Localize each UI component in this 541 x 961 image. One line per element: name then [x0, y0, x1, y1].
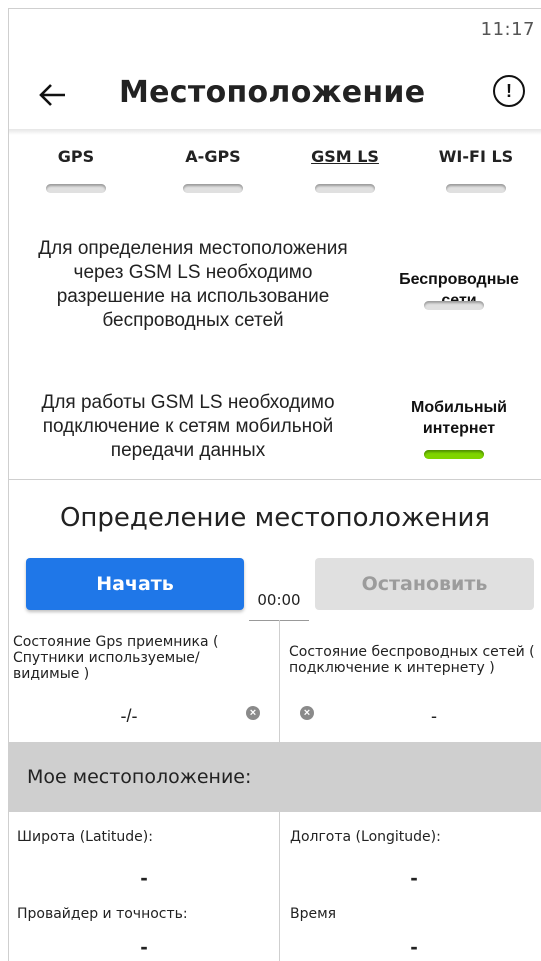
app-bar: Местоположение ! — [9, 61, 541, 131]
stop-button[interactable]: Остановить — [315, 558, 534, 610]
column-divider — [279, 812, 280, 961]
gps-state-label: Состояние Gps приемника ( Спутники испол… — [13, 634, 219, 682]
provider-value: - — [140, 934, 148, 959]
time-label: Время — [290, 906, 337, 922]
start-button[interactable]: Начать — [26, 558, 244, 610]
tab-toggle[interactable] — [446, 184, 506, 193]
mode-tabs: GPS A-GPS GSM LS WI-FI LS — [9, 147, 541, 207]
wireless-description: Для определения местоположения через GSM… — [38, 238, 348, 331]
appbar-shadow — [9, 129, 541, 135]
tab-gsm-ls[interactable]: GSM LS — [290, 147, 400, 193]
tab-agps[interactable]: A-GPS — [158, 147, 268, 193]
latitude-label: Широта (Latitude): — [17, 829, 153, 845]
longitude-label: Долгота (Longitude): — [290, 829, 441, 845]
latitude-value: - — [140, 865, 148, 890]
tab-label: GPS — [57, 147, 95, 166]
net-state-label: Состояние беспроводных сетей ( подключен… — [289, 644, 535, 676]
status-time: 11:17 — [480, 19, 535, 40]
timer: 00:00 — [257, 591, 301, 609]
exclamation-circle-icon[interactable]: ! — [493, 75, 525, 107]
tab-label: A-GPS — [185, 147, 241, 166]
my-location-header: Мое местоположение: — [9, 742, 541, 812]
column-divider — [279, 620, 280, 742]
mobile-toggle[interactable] — [424, 450, 484, 459]
tab-gps[interactable]: GPS — [21, 147, 131, 193]
tab-label: WI-FI LS — [438, 147, 514, 166]
my-location-title: Мое местоположение: — [27, 766, 252, 788]
tab-label: GSM LS — [311, 147, 379, 166]
divider — [9, 479, 541, 480]
time-value: - — [410, 934, 418, 959]
section-title: Определение местоположения — [59, 503, 491, 533]
arrow-left-icon[interactable] — [31, 73, 75, 117]
provider-label: Провайдер и точность: — [17, 906, 188, 922]
tab-toggle[interactable] — [183, 184, 243, 193]
mobile-toggle-label: Мобильный интернет — [411, 399, 507, 437]
net-state-value: - — [431, 706, 437, 726]
gps-status-x-icon: × — [246, 706, 260, 720]
mobile-description: Для работы GSM LS необходимо подключение… — [41, 392, 335, 461]
wireless-toggle[interactable] — [424, 301, 484, 310]
gps-state-value: -/- — [120, 706, 138, 726]
tab-wifi-ls[interactable]: WI-FI LS — [421, 147, 531, 193]
screen: 11:17 Местоположение ! GPS A-GPS GSM LS … — [8, 8, 541, 961]
tab-toggle[interactable] — [46, 184, 106, 193]
tab-toggle[interactable] — [315, 184, 375, 193]
longitude-value: - — [410, 865, 418, 890]
net-status-x-icon: × — [300, 706, 314, 720]
page-title: Местоположение — [119, 75, 426, 110]
